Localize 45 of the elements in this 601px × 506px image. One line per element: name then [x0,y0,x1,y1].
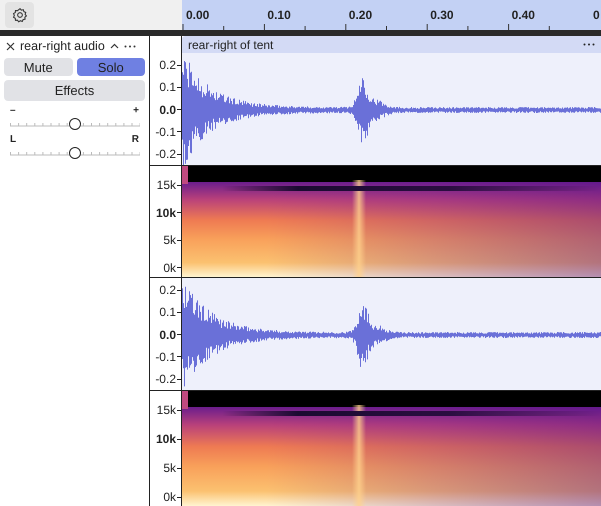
track-name[interactable]: rear-right audio [20,36,105,56]
amplitude-label: 0.1 [159,80,177,94]
more-icon[interactable] [124,44,136,48]
time-label: 0.30 [430,7,454,24]
frequency-label: 15k [156,178,177,192]
frequency-label: 0k [163,260,177,275]
pan-slider[interactable] [10,146,139,160]
frequency-label: 5k [163,233,177,248]
amplitude-label: -0.2 [155,372,177,386]
time-label: 0.40 [512,7,535,24]
frequency-label: 5k [163,461,177,475]
amplitude-label: 0.0 [159,328,177,342]
timeline-ruler[interactable]: 0.00 0.10 0.20 0.30 0.40 0 [182,0,601,30]
time-label: 0.00 [186,7,210,24]
time-label: 0.10 [267,7,291,24]
caret-icon[interactable] [110,43,119,49]
effects-button[interactable]: Effects [4,80,145,101]
slider-label: R [132,133,139,146]
slider-thumb[interactable] [69,118,81,130]
amplitude-label: 0.1 [159,305,177,320]
clip-header[interactable]: rear-right of tent [182,36,601,53]
amplitude-label: -0.1 [155,350,177,364]
frequency-label: 15k [156,403,177,417]
time-label: 0.20 [348,7,372,24]
gain-slider[interactable] [10,117,139,131]
settings-button[interactable] [5,2,34,28]
clip-title: rear-right of tent [188,36,274,54]
amplitude-label: -0.2 [155,147,177,161]
settings-icon [12,7,28,23]
slider-label: L [10,133,16,146]
close-icon[interactable] [6,42,15,50]
solo-button[interactable]: Solo [76,58,145,76]
amplitude-label: 0.2 [159,283,177,297]
frequency-label: 0k [163,490,177,504]
amplitude-label: 0.2 [159,58,177,72]
mute-button[interactable]: Mute [4,58,72,76]
slider-thumb[interactable] [69,147,81,159]
more-icon[interactable] [583,43,595,46]
slider-label: – [10,104,16,117]
time-label: 0 [593,7,600,24]
frequency-label: 10k [156,206,177,220]
amplitude-label: 0.0 [159,102,177,116]
slider-label: + [133,104,139,117]
frequency-label: 10k [156,432,177,446]
amplitude-label: -0.1 [155,124,177,139]
